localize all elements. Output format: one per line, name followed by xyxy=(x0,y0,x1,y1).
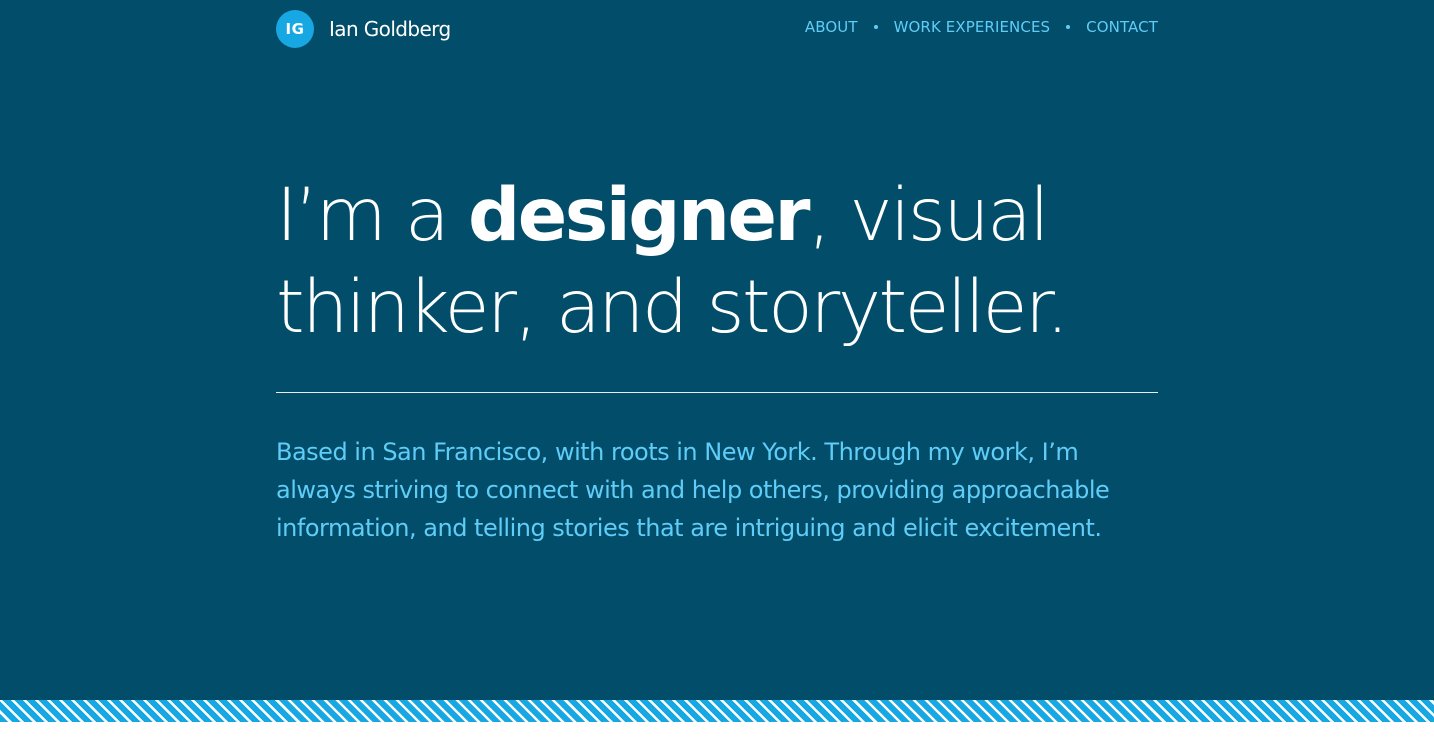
nav-link-contact[interactable]: CONTACT xyxy=(1086,18,1158,36)
headline-emphasis: designer xyxy=(468,173,810,258)
logo-badge: IG xyxy=(276,10,314,48)
headline-text-start: I’m a xyxy=(276,173,468,258)
nav-separator-dot xyxy=(873,25,878,29)
nav-link-about[interactable]: ABOUT xyxy=(805,18,858,36)
brand-home-link[interactable]: IG Ian Goldberg xyxy=(276,10,451,48)
main-nav: ABOUT WORK EXPERIENCES CONTACT xyxy=(805,18,1158,36)
decorative-stripe-band xyxy=(0,700,1434,722)
hero-headline: I’m a designer, visual thinker, and stor… xyxy=(276,170,1176,354)
nav-link-work-experiences[interactable]: WORK EXPERIENCES xyxy=(894,18,1051,36)
nav-separator-dot xyxy=(1066,25,1071,29)
hero-section: IG Ian Goldberg ABOUT WORK EXPERIENCES C… xyxy=(0,0,1434,700)
hero-intro-text: Based in San Francisco, with roots in Ne… xyxy=(276,438,1110,542)
hero-divider xyxy=(276,392,1158,393)
brand-name: Ian Goldberg xyxy=(329,17,451,41)
